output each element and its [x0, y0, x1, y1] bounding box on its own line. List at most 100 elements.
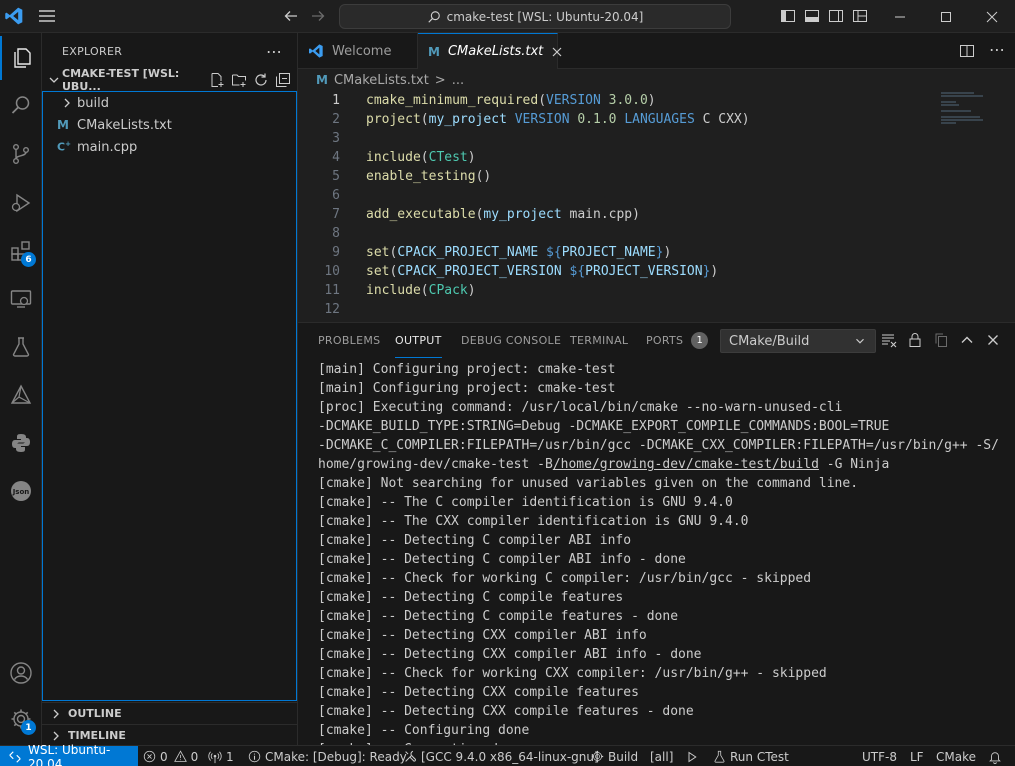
beaker-icon	[713, 750, 726, 763]
close-tab-icon[interactable]	[551, 46, 563, 58]
new-folder-icon[interactable]	[231, 72, 247, 88]
explorer-activity[interactable]	[0, 36, 42, 80]
problems-status[interactable]: 0 0	[143, 746, 198, 766]
manage-activity[interactable]: 1	[0, 697, 42, 741]
cmake-status[interactable]: CMake: [Debug]: Ready	[248, 746, 407, 766]
code-editor[interactable]: 1 cmake_minimum_required(VERSION 3.0.0) 2 p…	[298, 91, 1015, 322]
tree-item-build[interactable]: build	[43, 92, 296, 114]
code-line[interactable]: 12	[298, 300, 918, 319]
breadcrumb-rest[interactable]: ...	[452, 73, 464, 88]
breadcrumb-file[interactable]: CMakeLists.txt	[334, 73, 429, 88]
output-line: [cmake] -- The CXX compiler identificati…	[318, 514, 749, 529]
tools-icon	[404, 750, 417, 763]
close-panel-icon[interactable]	[985, 332, 1001, 348]
toggle-primary-sidebar-icon[interactable]	[780, 8, 796, 24]
python-activity[interactable]	[0, 421, 42, 465]
warnings-count: 0	[190, 749, 199, 764]
output-channel-select[interactable]: CMake/Build	[720, 329, 876, 353]
code-line[interactable]: 3	[298, 129, 918, 148]
tab-ports[interactable]: PORTS 1	[646, 323, 709, 358]
tab-terminal[interactable]: TERMINAL	[570, 323, 628, 358]
outline-section[interactable]: OUTLINE	[42, 702, 297, 724]
notifications-status[interactable]	[988, 746, 1002, 766]
code-line[interactable]: 6	[298, 186, 918, 205]
run-ctest-status[interactable]: Run CTest	[713, 746, 789, 766]
code-line[interactable]: 1 cmake_minimum_required(VERSION 3.0.0)	[298, 91, 918, 110]
chevron-right-icon	[48, 706, 64, 722]
tab-label: Welcome	[332, 43, 392, 59]
output-log[interactable]: [main] Configuring project: cmake-test [m…	[298, 358, 1015, 746]
code-line[interactable]: 8	[298, 224, 918, 243]
workspace-folder-header[interactable]: CMAKE-TEST [WSL: UBU...	[42, 67, 297, 93]
clear-output-icon[interactable]	[881, 332, 897, 348]
search-activity[interactable]	[0, 83, 42, 127]
copy-icon[interactable]	[933, 332, 949, 348]
testing-icon	[9, 335, 33, 359]
json-activity[interactable]: Json	[0, 469, 42, 513]
tab-cmakelists[interactable]: M CMakeLists.txt	[418, 33, 562, 69]
explorer-header: EXPLORER ⋯	[42, 33, 297, 69]
tab-debug-console[interactable]: DEBUG CONSOLE	[461, 323, 561, 358]
collapse-all-icon[interactable]	[275, 72, 291, 88]
code-text: add_executable(my_project main.cpp)	[366, 207, 640, 222]
output-line: [cmake] -- Configuring done	[318, 723, 530, 738]
customize-layout-icon[interactable]	[852, 8, 868, 24]
refresh-icon[interactable]	[253, 72, 269, 88]
remote-explorer-activity[interactable]	[0, 277, 42, 321]
source-control-activity[interactable]	[0, 132, 42, 176]
remote-indicator[interactable]: WSL: Ubuntu-20.04	[0, 743, 138, 766]
code-line[interactable]: 4 include(CTest)	[298, 148, 918, 167]
toggle-secondary-sidebar-icon[interactable]	[828, 8, 844, 24]
encoding-status[interactable]: UTF-8	[862, 746, 897, 766]
language-mode-status[interactable]: CMake	[936, 746, 976, 766]
new-file-icon[interactable]	[209, 72, 225, 88]
run-debug-activity[interactable]	[0, 181, 42, 225]
broadcast-icon	[208, 750, 222, 764]
accounts-activity[interactable]	[0, 651, 42, 695]
tree-item-label: CMakeLists.txt	[77, 117, 172, 133]
close-window-icon[interactable]	[969, 0, 1015, 33]
debug-launch-status[interactable]	[686, 746, 698, 766]
tab-problems[interactable]: PROBLEMS	[318, 323, 380, 358]
more-actions-icon[interactable]: ⋯	[266, 42, 283, 61]
output-line: [cmake] -- Detecting C compile features …	[318, 609, 679, 624]
tab-welcome[interactable]: Welcome	[298, 33, 418, 69]
ports-status[interactable]: 1	[208, 746, 234, 766]
code-line[interactable]: 2 project(my_project VERSION 0.1.0 LANGUA…	[298, 110, 918, 129]
code-line[interactable]: 10 set(CPACK_PROJECT_VERSION ${PROJECT_VE…	[298, 262, 918, 281]
minimap[interactable]	[941, 91, 1001, 151]
lock-scroll-icon[interactable]	[907, 332, 923, 348]
maximize-panel-icon[interactable]	[959, 332, 975, 348]
toggle-panel-icon[interactable]	[804, 8, 820, 24]
code-line[interactable]: 5 enable_testing()	[298, 167, 918, 186]
output-line: -DCMAKE_C_COMPILER:FILEPATH=/usr/bin/gcc…	[318, 438, 999, 453]
code-line[interactable]: 11 include(CPack)	[298, 281, 918, 300]
line-number: 11	[324, 283, 340, 298]
testing-activity[interactable]	[0, 325, 42, 369]
command-center[interactable]: cmake-test [WSL: Ubuntu-20.04]	[339, 4, 731, 29]
build-target-status[interactable]: [all]	[650, 746, 673, 766]
maximize-icon[interactable]	[923, 0, 969, 33]
bottom-panel: PROBLEMS OUTPUT DEBUG CONSOLE TERMINAL P…	[298, 322, 1015, 746]
split-editor-icon[interactable]	[959, 43, 975, 59]
code-line[interactable]: 9 set(CPACK_PROJECT_NAME ${PROJECT_NAME})	[298, 243, 918, 262]
warning-icon	[173, 750, 187, 763]
output-line: [cmake] -- Check for working C compiler:…	[318, 571, 812, 586]
cmake-activity[interactable]	[0, 373, 42, 417]
back-arrow-icon[interactable]	[283, 8, 299, 24]
more-actions-icon[interactable]: ⋯	[989, 42, 1005, 59]
cmake-build-status[interactable]: Build	[591, 746, 638, 766]
output-line: [main] Configuring project: cmake-test	[318, 381, 616, 396]
forward-arrow-icon[interactable]	[310, 8, 326, 24]
output-line: [cmake] -- Detecting CXX compiler ABI in…	[318, 628, 647, 643]
code-line[interactable]: 7 add_executable(my_project main.cpp)	[298, 205, 918, 224]
tab-output[interactable]: OUTPUT	[395, 323, 442, 358]
tree-item-cmakelists[interactable]: M CMakeLists.txt	[43, 114, 296, 136]
cmake-kit-status[interactable]: [GCC 9.4.0 x86_64-linux-gnu]	[404, 746, 599, 766]
line-number: 10	[324, 264, 340, 279]
extensions-activity[interactable]: 6	[0, 229, 42, 273]
hamburger-menu-icon[interactable]	[38, 8, 56, 24]
minimize-icon[interactable]	[877, 0, 923, 33]
eol-status[interactable]: LF	[910, 746, 924, 766]
tree-item-main-cpp[interactable]: C+ main.cpp	[43, 136, 296, 158]
